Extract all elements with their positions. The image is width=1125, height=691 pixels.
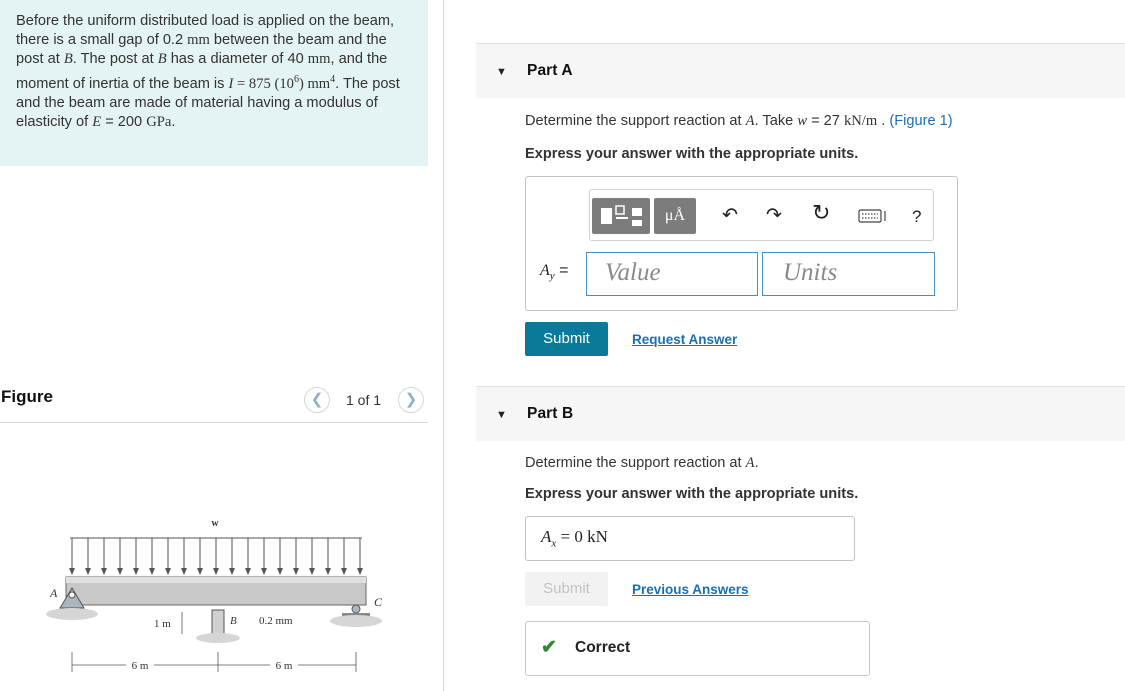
- reset-icon[interactable]: ↻: [812, 202, 830, 224]
- load-arrow-head: [357, 568, 363, 575]
- answer-label: Ay =: [540, 262, 569, 283]
- load-arrow-head: [293, 568, 299, 575]
- load-arrow-head: [245, 568, 251, 575]
- undo-icon[interactable]: ↶: [722, 206, 738, 226]
- load-label: w: [211, 518, 219, 529]
- part-a-title: Part A: [527, 62, 573, 79]
- load-arrow-head: [165, 568, 171, 575]
- load-arrow-head: [325, 568, 331, 575]
- submit-button[interactable]: Submit: [525, 322, 608, 356]
- post-height-label: 1 m: [154, 618, 171, 630]
- part-b-header[interactable]: ▼ Part B: [476, 386, 1125, 441]
- load-arrow-head: [229, 568, 235, 575]
- beam-figure: w A C B 0.2 mm 1 m 6 m 6 m: [30, 510, 390, 685]
- submit-button-disabled: Submit: [525, 572, 608, 606]
- load-arrow-head: [277, 568, 283, 575]
- part-b-title: Part B: [527, 405, 574, 422]
- load-arrow-head: [261, 568, 267, 575]
- part-a-question: Determine the support reaction at A. Tak…: [525, 113, 953, 129]
- part-a-instruction: Express your answer with the appropriate…: [525, 146, 859, 162]
- label-a: A: [49, 586, 58, 600]
- load-arrow-head: [133, 568, 139, 575]
- help-icon[interactable]: ?: [912, 207, 921, 227]
- column-divider: [443, 0, 444, 691]
- load-arrow-head: [117, 568, 123, 575]
- value-input[interactable]: Value: [586, 252, 758, 296]
- previous-answers-link[interactable]: Previous Answers: [632, 582, 749, 597]
- load-arrow-head: [181, 568, 187, 575]
- part-b-question: Determine the support reaction at A.: [525, 455, 759, 471]
- load-arrow-head: [69, 568, 75, 575]
- load-arrow-head: [149, 568, 155, 575]
- keyboard-icon[interactable]: [858, 209, 888, 228]
- collapse-caret-icon[interactable]: ▼: [496, 409, 507, 421]
- load-arrow-head: [309, 568, 315, 575]
- label-c: C: [374, 595, 383, 609]
- part-a-header[interactable]: ▼ Part A: [476, 43, 1125, 98]
- feedback-box: ✔ Correct: [525, 621, 870, 676]
- load-arrow-head: [341, 568, 347, 575]
- span-left-label: 6 m: [132, 660, 149, 672]
- figure-title: Figure: [1, 387, 53, 406]
- beam-diagram: w A C B 0.2 mm 1 m 6 m 6 m: [46, 518, 383, 672]
- submitted-answer: Ax = 0 kN: [525, 516, 855, 561]
- gap-label: 0.2 mm: [259, 615, 293, 627]
- correct-status: Correct: [575, 639, 631, 656]
- load-arrow-head: [101, 568, 107, 575]
- units-icon[interactable]: μÅ: [654, 198, 696, 234]
- units-input[interactable]: Units: [762, 252, 935, 296]
- previous-figure-button[interactable]: ❮: [304, 387, 330, 413]
- redo-icon[interactable]: ↷: [766, 206, 782, 226]
- next-figure-button[interactable]: ❯: [398, 387, 424, 413]
- span-right-label: 6 m: [276, 660, 293, 672]
- label-b: B: [230, 615, 237, 627]
- figure-link[interactable]: (Figure 1): [889, 113, 952, 129]
- post-b: [211, 609, 225, 635]
- request-answer-link[interactable]: Request Answer: [632, 332, 737, 347]
- figure-header: Figure ❮ 1 of 1 ❯: [0, 383, 428, 423]
- templates-icon[interactable]: [592, 198, 650, 234]
- collapse-caret-icon[interactable]: ▼: [496, 66, 507, 78]
- figure-pager-count: 1 of 1: [346, 392, 382, 408]
- math-toolbar: μÅ ↶ ↷ ↻ ?: [589, 189, 934, 241]
- distributed-load-arrows: [69, 538, 363, 575]
- load-arrow-head: [85, 568, 91, 575]
- part-b-instruction: Express your answer with the appropriate…: [525, 486, 859, 502]
- load-arrow-head: [197, 568, 203, 575]
- check-icon: ✔: [541, 637, 557, 658]
- load-arrow-head: [213, 568, 219, 575]
- problem-statement: Before the uniform distributed load is a…: [0, 0, 428, 166]
